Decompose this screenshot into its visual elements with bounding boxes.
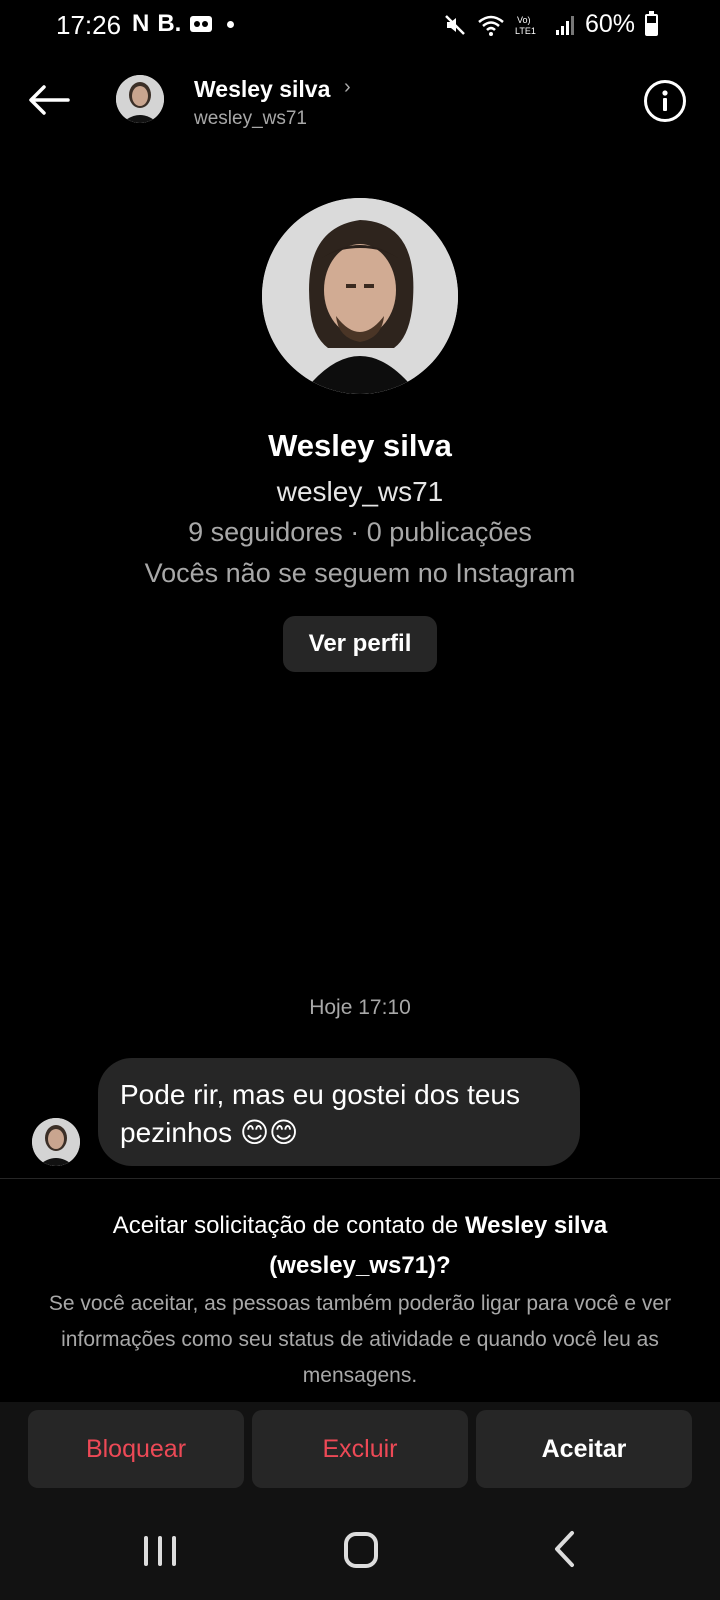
svg-text:LTE1: LTE1 (515, 26, 536, 36)
profile-photo (262, 198, 458, 394)
netflix-icon: N (132, 10, 150, 37)
block-button[interactable]: Bloquear (28, 1410, 244, 1488)
header-username: wesley_ws71 (194, 108, 307, 129)
avatar-photo (32, 1118, 80, 1166)
voicemail-icon (190, 16, 213, 32)
battery-percent: 60% (584, 10, 635, 38)
request-title-name: Wesley silva (464, 1212, 608, 1239)
divider (0, 1178, 720, 1179)
battery-icon (645, 10, 658, 36)
system-icons: Vo) LTE1 60% (443, 10, 658, 39)
profile-stats: 9 seguidores · 0 publicações (188, 517, 532, 547)
accept-button[interactable]: Aceitar (476, 1410, 692, 1488)
status-time: 17:26 (56, 10, 122, 40)
request-title: Aceitar solicitação de contato de Wesley… (40, 1206, 680, 1286)
info-icon (662, 90, 668, 111)
svg-text:Vo): Vo) (517, 15, 531, 25)
mute-icon (445, 14, 465, 35)
request-description: Se você aceitar, as pessoas também poder… (48, 1292, 672, 1387)
recents-icon[interactable] (144, 1536, 176, 1568)
notification-icons: N B. (132, 10, 235, 38)
avatar-photo (116, 75, 164, 123)
message-timestamp: Hoje 17:10 (309, 996, 411, 1019)
request-title-handle: (wesley_ws71)? (269, 1252, 451, 1279)
status-bar: 17:26 N B. Vo) LTE1 60% (0, 0, 720, 52)
message-bubble[interactable]: Pode rir, mas eu gostei dos teus pezinho… (98, 1058, 580, 1166)
header-avatar[interactable] (116, 75, 164, 123)
header-name[interactable]: Wesley silva (194, 76, 330, 103)
wifi-icon (478, 15, 504, 36)
booking-icon: B. (157, 10, 182, 37)
message-avatar[interactable] (32, 1118, 80, 1166)
request-title-prefix: Aceitar solicitação de contato de (112, 1212, 465, 1239)
request-actions: Bloquear Excluir Aceitar (0, 1402, 720, 1506)
arrow-left-icon (29, 85, 70, 115)
more-notifications-dot (227, 20, 235, 28)
volte-icon: Vo) LTE1 (515, 15, 536, 36)
system-nav-bar (0, 1506, 720, 1600)
follow-status-note: Vocês não se seguem no Instagram (144, 558, 576, 588)
home-icon[interactable] (344, 1532, 378, 1568)
profile-username: wesley_ws71 (276, 476, 444, 507)
delete-button[interactable]: Excluir (252, 1410, 468, 1488)
back-button[interactable] (24, 78, 74, 122)
profile-avatar[interactable] (262, 198, 458, 394)
signal-icon (555, 15, 574, 35)
view-profile-button[interactable]: Ver perfil (283, 616, 437, 672)
info-button[interactable] (644, 80, 686, 122)
chevron-right-icon: › (344, 76, 351, 98)
chat-header: Wesley silva › wesley_ws71 (0, 60, 720, 146)
profile-name: Wesley silva (268, 428, 452, 463)
nav-back-icon[interactable] (552, 1530, 576, 1573)
